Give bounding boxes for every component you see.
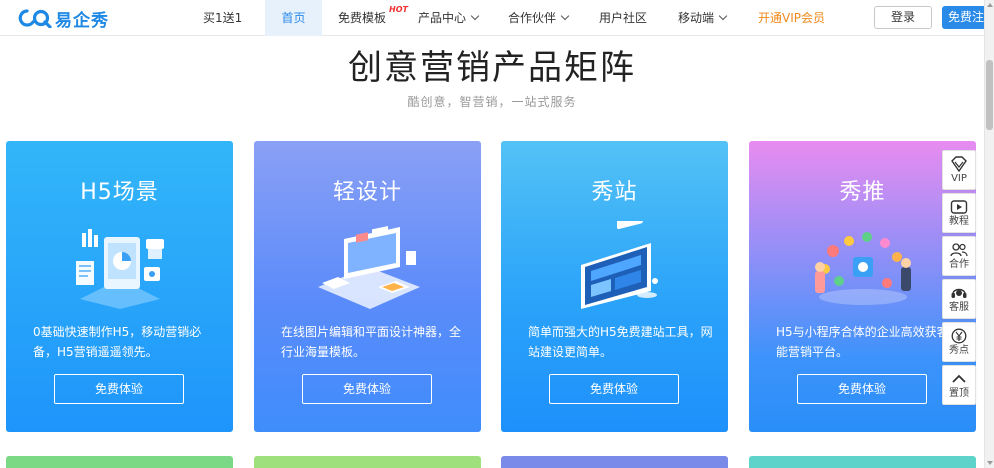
card-title: H5场景 [80, 180, 159, 205]
chevron-up-icon [952, 374, 966, 383]
try-free-button[interactable]: 免费体验 [302, 374, 432, 404]
nav-item-promo[interactable]: 买1送1 [203, 0, 242, 36]
nav-item-products[interactable]: 产品中心 [418, 0, 480, 36]
chevron-down-icon [718, 11, 728, 21]
users-icon [950, 243, 968, 257]
card-title: 轻设计 [332, 180, 402, 205]
logo[interactable]: 易企秀 [18, 7, 109, 31]
next-row-card [749, 456, 976, 468]
nav-item-home[interactable]: 首页 [265, 0, 322, 36]
nav-item-mobile[interactable]: 移动端 [678, 0, 728, 36]
top-nav: 易企秀 买1送1 首页 免费模板 HOT 产品中心 合作伙伴 用户社区 移动端 … [0, 0, 984, 36]
nav-item-partners[interactable]: 合作伙伴 [508, 0, 570, 36]
yen-icon [951, 328, 967, 344]
login-button[interactable]: 登录 [874, 6, 932, 29]
card-description: 在线图片编辑和平面设计神器，全行业海量模板。 [281, 325, 462, 359]
float-points-button[interactable]: 秀点 [942, 322, 976, 362]
float-top-button[interactable]: 置顶 [942, 365, 976, 405]
chevron-down-icon [470, 11, 480, 21]
play-icon [950, 200, 968, 214]
diamond-icon [951, 156, 967, 172]
hot-badge: HOT [389, 5, 408, 14]
logo-icon [18, 9, 52, 28]
page: 易企秀 买1送1 首页 免费模板 HOT 产品中心 合作伙伴 用户社区 移动端 … [0, 0, 994, 468]
scroll-up-arrow[interactable] [987, 3, 993, 7]
product-card-design[interactable]: 轻设计 在线图片编辑和平面设计神器，全行业海量模板。 免费体验 [254, 141, 481, 432]
float-toolbar: VIP 教程 合作 客服 秀点 置顶 [942, 150, 976, 408]
push-illustration [815, 232, 911, 305]
site-illustration [581, 221, 658, 309]
next-row-card [501, 456, 728, 468]
scroll-down-arrow[interactable] [987, 461, 993, 465]
chevron-down-icon [560, 11, 570, 21]
next-row-card [254, 456, 481, 468]
float-service-button[interactable]: 客服 [942, 279, 976, 319]
design-illustration [318, 225, 420, 309]
nav-item-vip[interactable]: 开通VIP会员 [758, 0, 825, 36]
headset-icon [951, 288, 967, 298]
next-row-card [6, 456, 233, 468]
float-tutorial-button[interactable]: 教程 [942, 193, 976, 233]
product-card-h5[interactable]: H5场景 0基础快速制作H5，移动营销必备，H5营销遥遥领先。 免费体验 [6, 141, 233, 432]
card-description: 0基础快速制作H5，移动营销必备，H5营销遥遥领先。 [33, 325, 202, 359]
float-cooperate-button[interactable]: 合作 [942, 236, 976, 276]
scroll-thumb[interactable] [986, 60, 993, 130]
section-subtitle: 酷创意，智营销，一站式服务 [407, 95, 577, 109]
h5-illustration [76, 229, 164, 309]
try-free-button[interactable]: 免费体验 [54, 374, 184, 404]
brand-name: 易企秀 [55, 10, 109, 31]
page-scrollbar[interactable] [984, 0, 994, 468]
card-title: 秀站 [591, 180, 638, 205]
try-free-button[interactable]: 免费体验 [797, 374, 927, 404]
nav-item-community[interactable]: 用户社区 [599, 0, 647, 36]
card-description: H5与小程序合体的企业高效获客智能营销平台。 [776, 325, 961, 359]
nav-item-free-templates[interactable]: 免费模板 [338, 0, 386, 36]
product-card-site[interactable]: 秀站 简单而强大的H5免费建站工具，网站建设更简单。 免费体验 [501, 141, 728, 432]
try-free-button[interactable]: 免费体验 [549, 374, 679, 404]
card-description: 简单而强大的H5免费建站工具，网站建设更简单。 [528, 325, 713, 359]
section-title: 创意营销产品矩阵 [348, 48, 636, 88]
float-vip-button[interactable]: VIP [942, 150, 976, 190]
